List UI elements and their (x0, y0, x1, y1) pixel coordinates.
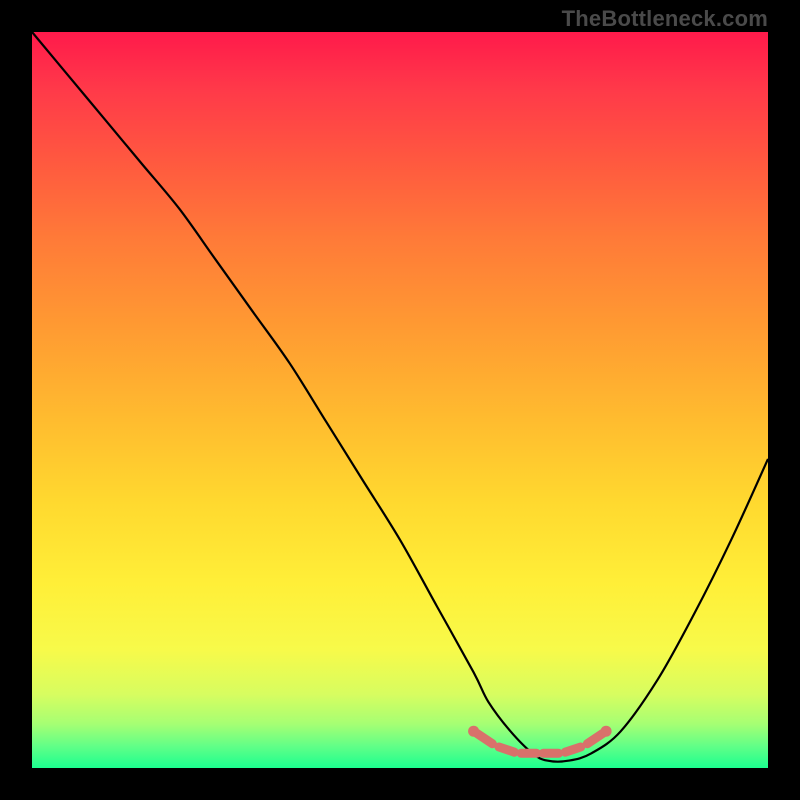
optimal-range-marker-group (468, 726, 611, 754)
chart-svg (32, 32, 768, 768)
watermark-text: TheBottleneck.com (562, 6, 768, 32)
plot-area (32, 32, 768, 768)
optimal-range-dash (499, 747, 514, 752)
bottleneck-curve-path (32, 32, 768, 762)
chart-frame: TheBottleneck.com (0, 0, 800, 800)
optimal-range-endcap (601, 726, 612, 737)
optimal-range-endcap (468, 726, 479, 737)
optimal-range-dash (587, 733, 603, 743)
optimal-range-dash (477, 733, 493, 743)
optimal-range-dash (565, 747, 581, 752)
